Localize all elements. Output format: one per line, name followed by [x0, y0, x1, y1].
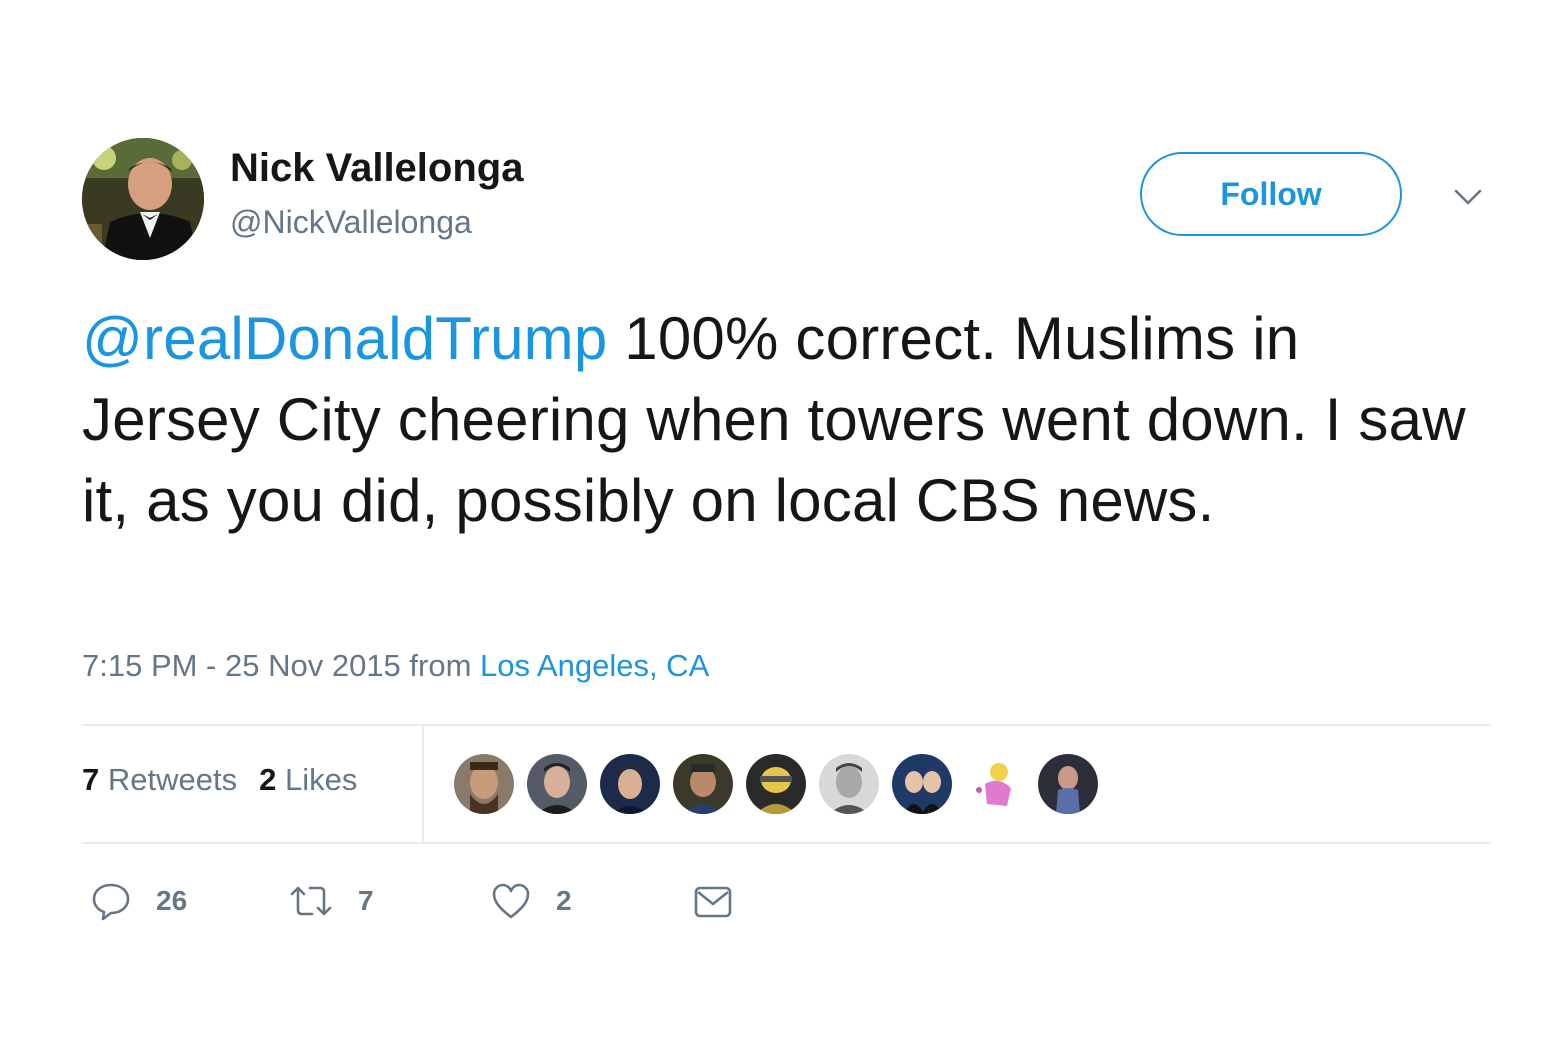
stats-separator	[422, 726, 424, 842]
envelope-icon	[694, 886, 732, 918]
tweet-card: Nick Vallelonga @NickVallelonga Follow @…	[82, 138, 1490, 958]
retweets-stat-count: 7	[82, 762, 100, 797]
user-avatar-icon	[527, 754, 587, 814]
liker-avatar[interactable]	[819, 754, 879, 814]
retweet-count: 7	[358, 885, 374, 916]
divider-bottom	[82, 842, 1490, 844]
retweets-stat-label: Retweets	[107, 762, 238, 797]
user-avatar-icon	[454, 754, 514, 814]
chevron-down-icon	[1454, 189, 1482, 205]
tweet-text: @realDonaldTrump 100% correct. Muslims i…	[82, 298, 1482, 541]
location-link[interactable]: Los Angeles, CA	[480, 648, 709, 683]
liker-avatar[interactable]	[746, 754, 806, 814]
screen-name[interactable]: @NickVallelonga	[230, 204, 472, 241]
liker-avatar[interactable]	[454, 754, 514, 814]
tweet-metadata: 7:15 PM - 25 Nov 2015 from Los Angeles, …	[82, 648, 709, 684]
action-bar: 26 7 2	[82, 876, 882, 926]
liker-avatar[interactable]	[1038, 754, 1098, 814]
avatar-image	[82, 138, 204, 260]
like-button[interactable]: 2	[490, 876, 572, 926]
reply-icon	[92, 883, 130, 921]
reply-button[interactable]: 26	[90, 876, 187, 926]
user-avatar-icon	[892, 754, 952, 814]
user-avatar-icon	[673, 754, 733, 814]
likes-stat-count: 2	[259, 762, 277, 797]
liker-avatar[interactable]	[965, 754, 1025, 814]
like-count: 2	[556, 885, 572, 916]
heart-icon	[492, 883, 530, 919]
stats-row: 7 Retweets 2 Likes	[82, 726, 1490, 842]
likes-stat-label: Likes	[284, 762, 358, 797]
user-avatar-icon	[600, 754, 660, 814]
direct-message-button[interactable]	[692, 876, 734, 926]
user-avatar-icon	[1038, 754, 1098, 814]
likers-avatars	[454, 754, 1111, 816]
profile-avatar[interactable]	[82, 138, 204, 260]
user-avatar-icon	[965, 754, 1025, 814]
follow-button[interactable]: Follow	[1140, 152, 1402, 236]
likes-stat[interactable]: 2 Likes	[259, 762, 357, 797]
liker-avatar[interactable]	[600, 754, 660, 814]
stat-counts: 7 Retweets 2 Likes	[82, 762, 379, 798]
tweet-timestamp[interactable]: 7:15 PM - 25 Nov 2015	[82, 648, 401, 683]
liker-avatar[interactable]	[673, 754, 733, 814]
retweets-stat[interactable]: 7 Retweets	[82, 762, 237, 797]
retweet-button[interactable]: 7	[288, 876, 374, 926]
mention-link[interactable]: @realDonaldTrump	[82, 305, 607, 372]
liker-avatar[interactable]	[892, 754, 952, 814]
display-name[interactable]: Nick Vallelonga	[230, 146, 523, 191]
more-options-caret[interactable]	[1450, 182, 1486, 212]
retweet-icon	[290, 886, 332, 916]
liker-avatar[interactable]	[527, 754, 587, 814]
user-avatar-icon	[819, 754, 879, 814]
reply-count: 26	[156, 885, 188, 916]
user-avatar-icon	[746, 754, 806, 814]
from-label: from	[409, 648, 472, 683]
